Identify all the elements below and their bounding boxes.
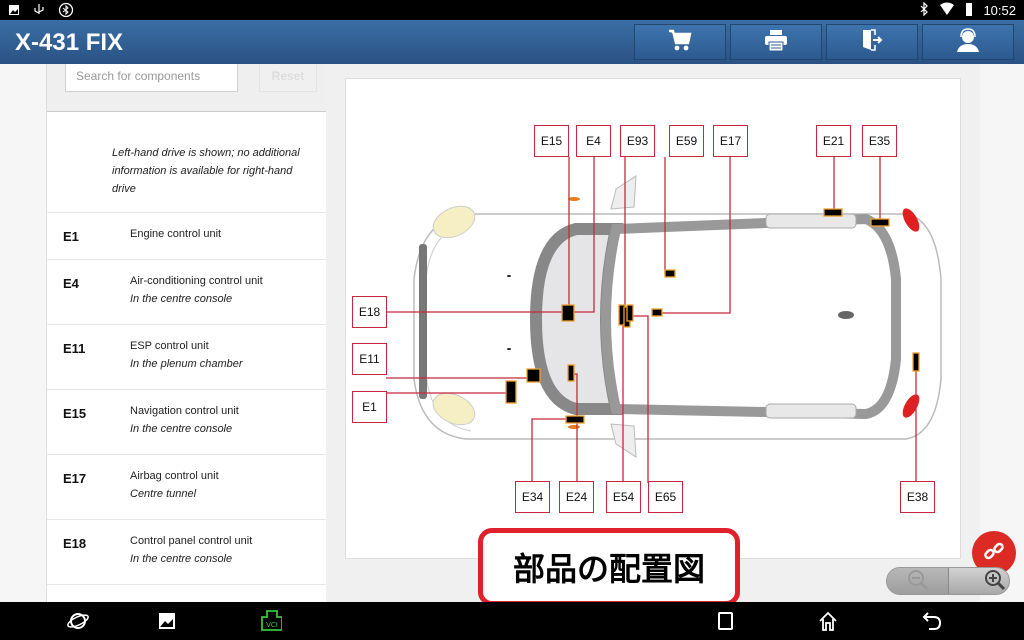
app-title: X-431 FIX	[15, 29, 124, 56]
component-code: E1	[63, 229, 79, 244]
cart-button[interactable]	[634, 24, 726, 60]
list-item[interactable]: E15 Navigation control unit In the centr…	[47, 390, 326, 455]
callout-e1[interactable]: E1	[352, 391, 387, 423]
list-item[interactable]: E4 Air-conditioning control unit In the …	[47, 260, 326, 325]
component-name: Air-conditioning control unit	[130, 275, 263, 287]
browser-icon[interactable]	[66, 610, 90, 632]
list-item-partial[interactable]	[47, 585, 326, 602]
link-icon	[983, 540, 1005, 567]
callout-e17[interactable]: E17	[713, 125, 748, 157]
back-icon[interactable]	[920, 610, 944, 632]
list-item[interactable]: E18 Control panel control unit In the ce…	[47, 520, 326, 585]
image-notification-icon	[8, 4, 20, 19]
system-nav-bar: VCI	[0, 602, 1024, 640]
callout-e93[interactable]: E93	[620, 125, 655, 157]
component-name: Control panel control unit	[130, 535, 253, 547]
recent-apps-icon[interactable]	[714, 610, 738, 632]
component-name: Airbag control unit	[130, 470, 219, 482]
exit-icon	[859, 28, 885, 57]
callout-e21[interactable]: E21	[816, 125, 851, 157]
callout-e15[interactable]: E15	[534, 125, 569, 157]
printer-icon	[763, 28, 789, 57]
callout-e34[interactable]: E34	[515, 481, 550, 513]
right-background	[980, 64, 1024, 602]
callout-e65[interactable]: E65	[648, 481, 683, 513]
vci-label: VCI	[266, 621, 278, 629]
component-location: In the centre console	[130, 293, 233, 305]
headset-icon	[955, 27, 981, 58]
callout-e35[interactable]: E35	[862, 125, 897, 157]
clock: 10:52	[983, 3, 1016, 18]
bluetooth-icon	[919, 1, 929, 19]
component-code: E15	[63, 406, 87, 421]
list-item[interactable]: E11 ESP control unit In the plenum chamb…	[47, 325, 326, 390]
vci-icon[interactable]: VCI	[258, 610, 282, 632]
list-item[interactable]: E17 Airbag control unit Centre tunnel	[47, 455, 326, 520]
callout-e4[interactable]: E4	[576, 125, 611, 157]
component-code: E11	[63, 341, 86, 356]
drive-note: Left-hand drive is shown; no additional …	[47, 112, 326, 213]
search-input[interactable]: Search for components	[65, 64, 238, 92]
battery-icon	[965, 2, 973, 19]
callout-e38[interactable]: E38	[900, 481, 935, 513]
component-name: ESP control unit	[130, 340, 209, 352]
component-code: E4	[63, 276, 79, 291]
reset-button[interactable]: Reset	[259, 64, 317, 92]
app-bar: X-431 FIX	[0, 20, 1024, 64]
zoom-in-icon	[984, 569, 1006, 595]
usb-icon	[32, 3, 46, 20]
search-area: Search for components Reset	[47, 64, 326, 112]
home-icon[interactable]	[816, 610, 840, 632]
print-button[interactable]	[730, 24, 822, 60]
gallery-icon[interactable]	[155, 610, 179, 632]
overlay-caption: 部品の配置図	[478, 528, 740, 606]
zoom-out-icon	[907, 569, 929, 595]
zoom-out-button[interactable]	[887, 568, 949, 595]
component-location: Centre tunnel	[130, 488, 197, 500]
callout-e18[interactable]: E18	[352, 296, 387, 328]
component-list-panel: Search for components Reset Left-hand dr…	[46, 64, 326, 602]
callout-e54[interactable]: E54	[606, 481, 641, 513]
callout-e59[interactable]: E59	[669, 125, 704, 157]
support-button[interactable]	[922, 24, 1014, 60]
component-code: E17	[63, 471, 87, 486]
status-bar: 10:52	[0, 0, 1024, 20]
exit-button[interactable]	[826, 24, 918, 60]
zoom-control	[886, 567, 1010, 595]
component-location-diagram[interactable]: E15 E4 E93 E59 E17 E21 E35 E18 E11 E1 E3…	[345, 78, 961, 559]
component-location: In the plenum chamber	[130, 358, 243, 370]
component-name: Navigation control unit	[130, 405, 239, 417]
component-code: E18	[63, 536, 87, 551]
list-item[interactable]: E1 Engine control unit	[47, 213, 326, 260]
bluetooth-settings-icon	[58, 2, 74, 21]
callout-e11[interactable]: E11	[352, 343, 387, 375]
component-location: In the centre console	[130, 423, 233, 435]
callout-e24[interactable]: E24	[559, 481, 594, 513]
wifi-icon	[939, 2, 955, 19]
component-name: Engine control unit	[130, 228, 222, 240]
zoom-in-button[interactable]	[949, 568, 1009, 595]
cart-icon	[667, 28, 693, 57]
component-location: In the centre console	[130, 553, 233, 565]
left-background	[0, 64, 46, 602]
